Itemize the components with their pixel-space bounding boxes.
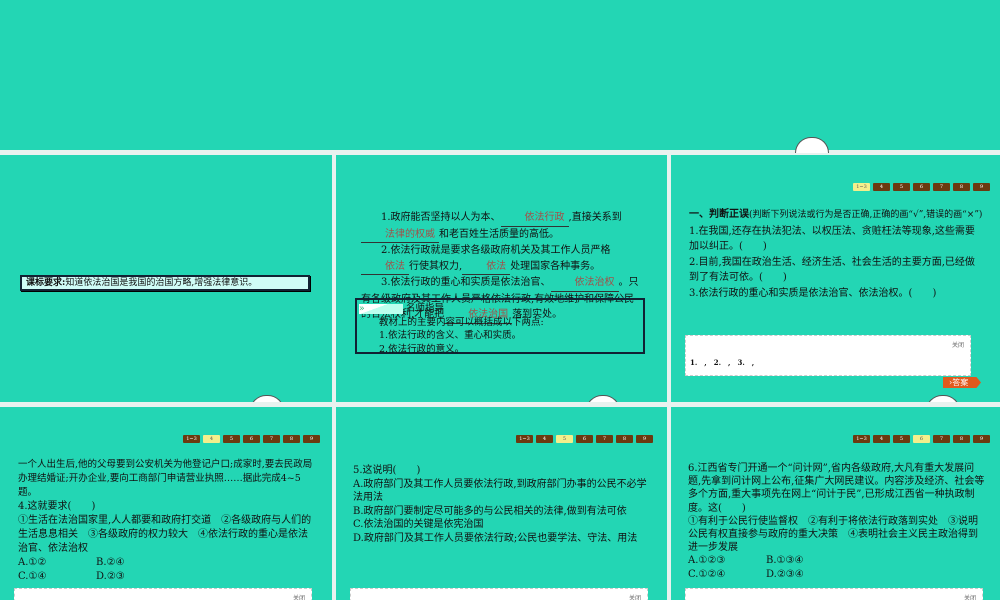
pager-button[interactable]: 4	[536, 435, 553, 443]
pager-button[interactable]: 4	[203, 435, 220, 443]
pager-button[interactable]: 5	[893, 435, 910, 443]
answer-button[interactable]: ›答案	[943, 377, 981, 388]
pager-button[interactable]: 8	[283, 435, 300, 443]
slide-question-5[interactable]: 1~3 4 5 6 7 8 9 5.这说明( ) A.政府部门及其工作人员要依法行政,到政府部…	[336, 407, 667, 600]
pager-button[interactable]: 1~3	[183, 435, 200, 443]
guide-point: 2.依法行政的意义。	[379, 343, 465, 355]
question-pager: 1~3 4 5 6 7 8 9	[183, 435, 320, 443]
teacher-guide-box: » 名师指导 教材上的主要内容可以概括成以下两点: 1.依法行政的含义、重心和实质…	[355, 298, 645, 355]
pager-button[interactable]: 9	[303, 435, 320, 443]
close-button[interactable]: 关闭	[964, 593, 976, 600]
requirement-box: 课标要求:知道依法治国是我国的治国方略,增强法律意识。	[20, 275, 310, 291]
guide-point: 1.依法行政的含义、重心和实质。	[379, 330, 522, 341]
double-chevron-icon: »	[359, 303, 403, 314]
answer-panel: 关闭	[685, 588, 983, 600]
close-button[interactable]: 关闭	[952, 340, 964, 349]
slide-question-4[interactable]: 1~3 4 5 6 7 8 9 一个人出生后,他的父母要到公安机关为他登记户口;成家时,要去…	[0, 407, 332, 600]
requirement-label: 课标要求:	[26, 278, 66, 288]
pager-button[interactable]: 8	[616, 435, 633, 443]
close-button[interactable]: 关闭	[293, 593, 305, 600]
guide-title: 名师指导	[406, 303, 445, 314]
pager-button[interactable]: 5	[893, 183, 910, 191]
pager-button[interactable]: 5	[223, 435, 240, 443]
pager-button[interactable]: 9	[636, 435, 653, 443]
question-pager: 1~3 4 5 6 7 8 9	[516, 435, 653, 443]
slide-thumb-handle[interactable]	[250, 395, 284, 402]
close-button[interactable]: 关闭	[629, 593, 641, 600]
pager-button[interactable]: 6	[913, 435, 930, 443]
pager-button[interactable]: 7	[933, 435, 950, 443]
pager-button[interactable]: 7	[933, 183, 950, 191]
slide-question-6[interactable]: 1~3 4 5 6 7 8 9 6.江西省专门开通一个“问计网”,省内各级政府,大凡有重大发…	[671, 407, 1000, 600]
slide-thumb-handle[interactable]	[795, 137, 829, 153]
pager-button[interactable]: 8	[953, 435, 970, 443]
question-5-text: 5.这说明( ) A.政府部门及其工作人员要依法行政,到政府部门办事的公民不必学法…	[353, 465, 647, 544]
pager-button[interactable]: 7	[596, 435, 613, 443]
slide-knowledge[interactable]: 1.政府能否坚持以人为本、 依法行政 ,直接关系到法律的权威 和老百姓生活质量的高低。…	[336, 155, 667, 402]
question-pager: 1~3 4 5 6 7 8 9	[853, 435, 990, 443]
pager-button[interactable]: 8	[953, 183, 970, 191]
requirement-text: 知道依法治国是我国的治国方略,增强法律意识。	[65, 278, 258, 288]
pager-button[interactable]: 4	[873, 183, 890, 191]
judge-questions: 一、判断正误(判断下列说法或行为是否正确,正确的画“√”,错误的画“×”) 1.…	[689, 209, 983, 299]
question-4-text: 一个人出生后,他的父母要到公安机关为他登记户口;成家时,要去民政局办理结婚证;开…	[18, 459, 313, 582]
answer-panel: 关闭	[14, 588, 312, 600]
slide-thumb-handle[interactable]	[586, 395, 620, 402]
top-slide-area	[0, 0, 1000, 153]
answer-panel: 关闭 1. , 2. , 3. ,	[685, 335, 971, 376]
pager-button[interactable]: 5	[556, 435, 573, 443]
answer-panel: 关闭	[350, 588, 648, 600]
slide-requirement[interactable]: 课标要求:知道依法治国是我国的治国方略,增强法律意识。	[0, 155, 332, 402]
answer-line: 1. , 2. , 3. ,	[690, 358, 755, 367]
question-6-text: 6.江西省专门开通一个“问计网”,省内各级政府,大凡有重大发展问题,先拿到问计网…	[688, 463, 985, 580]
pager-button[interactable]: 6	[913, 183, 930, 191]
pager-button[interactable]: 6	[576, 435, 593, 443]
pager-button[interactable]: 9	[973, 435, 990, 443]
guide-intro: 教材上的主要内容可以概括成以下两点:	[379, 316, 544, 328]
slide-judge[interactable]: 1~3 4 5 6 7 8 9 一、判断正误(判断下列说法或行为是否正确,正确的画“√”,错…	[671, 155, 1000, 402]
slide-thumb-handle[interactable]	[926, 395, 960, 402]
pager-button[interactable]: 1~3	[853, 435, 870, 443]
pager-button[interactable]: 1~3	[516, 435, 533, 443]
pager-button[interactable]: 4	[873, 435, 890, 443]
pager-button[interactable]: 7	[263, 435, 280, 443]
pager-button[interactable]: 6	[243, 435, 260, 443]
question-pager: 1~3 4 5 6 7 8 9	[853, 183, 990, 191]
pager-button[interactable]: 9	[973, 183, 990, 191]
pager-button[interactable]: 1~3	[853, 183, 870, 191]
